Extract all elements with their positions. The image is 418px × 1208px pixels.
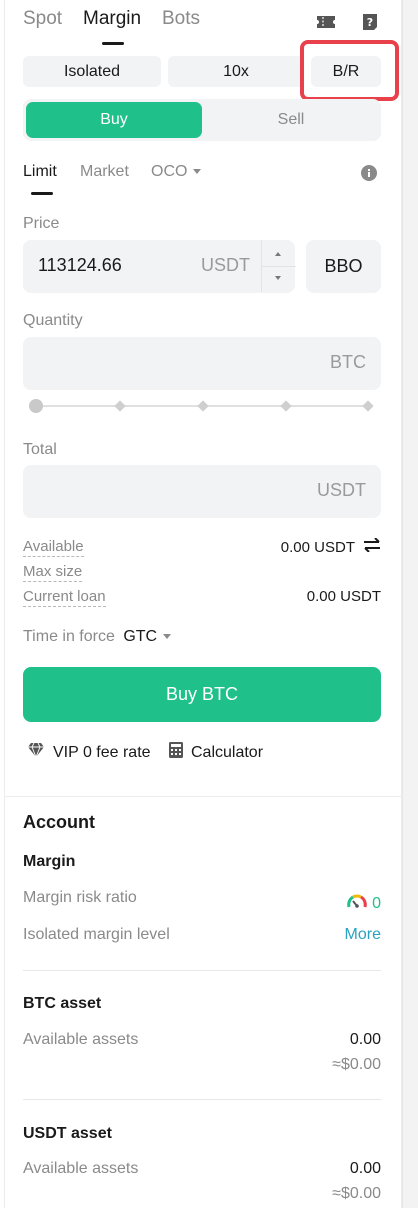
margin-section-title: Margin (23, 853, 76, 870)
btc-available-value: 0.00 (349, 1031, 381, 1048)
quantity-input[interactable]: BTC (23, 337, 381, 390)
highlight-box (300, 40, 399, 101)
btc-asset-title: BTC asset (23, 995, 102, 1012)
price-input[interactable]: 113124.66 USDT (23, 240, 296, 293)
usdt-asset-title: USDT asset (23, 1125, 112, 1142)
calculator-icon (169, 742, 191, 763)
price-value: 113124.66 (38, 255, 122, 275)
divider (23, 1099, 381, 1100)
current-loan-value: 0.00 USDT (306, 588, 381, 605)
tab-margin[interactable]: Margin (83, 8, 141, 30)
available-label[interactable]: Available (23, 538, 84, 557)
info-icon[interactable] (361, 165, 377, 186)
price-stepper[interactable] (261, 240, 296, 292)
order-type-tabs: Limit Market OCO (23, 163, 381, 199)
time-in-force-label: Time in force (23, 628, 115, 645)
margin-risk-ratio-value: 0 (372, 894, 381, 912)
svg-text:?: ? (367, 16, 373, 29)
quantity-label: Quantity (23, 312, 83, 329)
decrement-icon[interactable] (275, 276, 281, 280)
calculator-link[interactable]: Calculator (169, 742, 263, 763)
ticket-icon[interactable] (316, 12, 336, 32)
account-title: Account (23, 812, 95, 832)
leverage-button[interactable]: 10x (168, 56, 304, 87)
quantity-unit: BTC (330, 352, 366, 372)
more-link[interactable]: More (345, 926, 381, 944)
isolated-margin-level-label: Isolated margin level (23, 926, 170, 943)
margin-mode-button[interactable]: Isolated (23, 56, 161, 87)
tab-margin-underline (102, 42, 124, 45)
price-unit: USDT (201, 255, 250, 275)
buy-side-button[interactable]: Buy (26, 102, 202, 138)
current-loan-label[interactable]: Current loan (23, 588, 106, 607)
margin-risk-ratio-label: Margin risk ratio (23, 889, 137, 908)
stepper-divider (262, 266, 296, 267)
gauge-icon (346, 892, 368, 915)
max-size-label[interactable]: Max size (23, 563, 83, 582)
side-toggle: Buy Sell (23, 99, 381, 141)
buy-btc-button[interactable]: Buy BTC (23, 667, 381, 722)
total-label: Total (23, 441, 57, 458)
swap-icon[interactable] (363, 537, 381, 556)
tab-limit[interactable]: Limit (23, 163, 57, 181)
help-icon[interactable]: ? (360, 12, 380, 32)
chevron-down-icon (193, 169, 202, 175)
vip-fee-label: VIP 0 fee rate (53, 743, 151, 761)
diamond-icon (27, 742, 53, 763)
tab-market[interactable]: Market (80, 163, 129, 181)
section-divider (4, 796, 402, 797)
usdt-fiat-value: ≈$0.00 (332, 1185, 381, 1202)
calculator-label: Calculator (191, 743, 264, 761)
tab-limit-underline (31, 192, 53, 195)
time-in-force[interactable]: Time in force GTC (23, 628, 172, 646)
quantity-slider[interactable] (29, 398, 374, 414)
time-in-force-value: GTC (123, 628, 158, 645)
price-label: Price (23, 215, 60, 232)
tab-oco-label: OCO (151, 163, 188, 180)
chevron-down-icon (163, 634, 172, 640)
tab-bots[interactable]: Bots (162, 8, 200, 30)
divider (23, 970, 381, 971)
slider-mark-25[interactable] (114, 400, 126, 412)
usdt-available-label: Available assets (23, 1160, 139, 1177)
vip-fee-link[interactable]: VIP 0 fee rate (27, 742, 151, 763)
tab-spot[interactable]: Spot (23, 8, 62, 30)
tab-oco[interactable]: OCO (151, 163, 202, 181)
slider-thumb[interactable] (29, 399, 43, 413)
btc-fiat-value: ≈$0.00 (332, 1056, 381, 1073)
available-value: 0.00 USDT (280, 538, 355, 556)
total-input[interactable]: USDT (23, 465, 381, 518)
total-unit: USDT (317, 480, 366, 500)
btc-available-label: Available assets (23, 1031, 139, 1048)
slider-mark-50[interactable] (197, 400, 209, 412)
sell-side-button[interactable]: Sell (204, 102, 378, 138)
usdt-available-value: 0.00 (349, 1160, 381, 1177)
scrollbar[interactable] (402, 0, 418, 1208)
bbo-button[interactable]: BBO (306, 240, 381, 293)
slider-mark-75[interactable] (280, 400, 292, 412)
increment-icon[interactable] (275, 252, 281, 256)
